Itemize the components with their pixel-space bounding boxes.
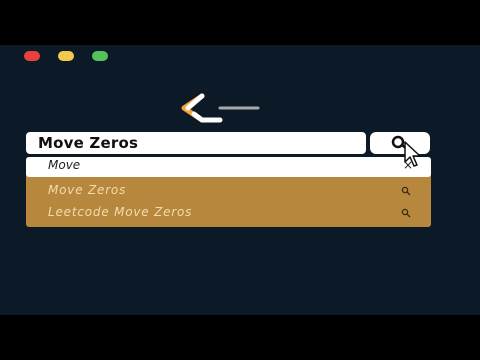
autocomplete-dropdown: Move × Move Zeros Leetcode Move Zeros bbox=[26, 157, 431, 227]
search-icon bbox=[401, 186, 411, 196]
dropdown-query-text: Move bbox=[48, 158, 81, 172]
mouse-cursor-icon bbox=[404, 141, 421, 167]
window-minimize-dot[interactable] bbox=[58, 51, 74, 61]
dropdown-query-field[interactable]: Move × bbox=[26, 157, 431, 177]
suggestion-item[interactable]: Leetcode Move Zeros bbox=[48, 205, 192, 219]
suggestion-item[interactable]: Move Zeros bbox=[48, 183, 126, 197]
window-maximize-dot[interactable] bbox=[92, 51, 108, 61]
leetcode-logo bbox=[181, 93, 260, 123]
search-input[interactable]: Move Zeros bbox=[26, 132, 366, 154]
search-icon bbox=[401, 208, 411, 218]
app-window: Move Zeros Move × Move Zeros Leetcode Mo… bbox=[0, 45, 480, 315]
search-input-value: Move Zeros bbox=[38, 134, 139, 152]
window-close-dot[interactable] bbox=[24, 51, 40, 61]
